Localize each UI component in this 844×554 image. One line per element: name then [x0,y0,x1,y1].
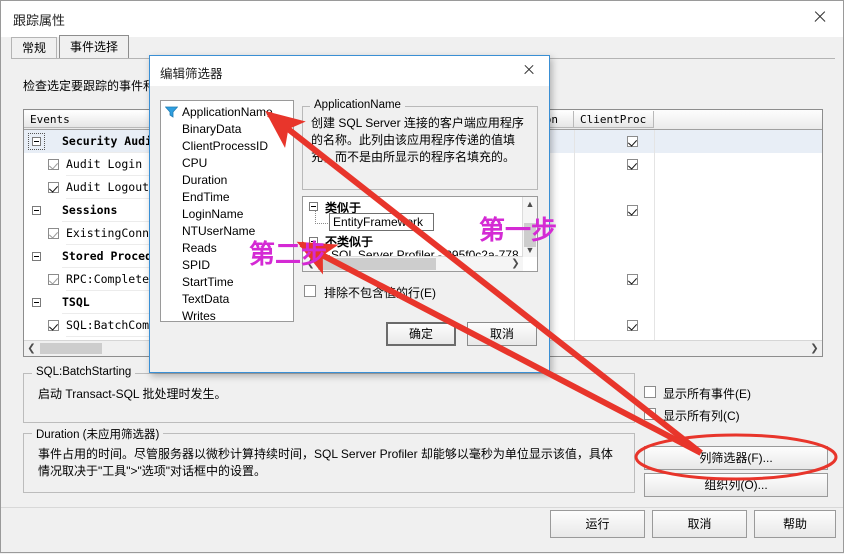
expander-icon[interactable] [32,206,41,215]
scrollbar-thumb[interactable] [40,343,102,354]
help-label: 帮助 [782,517,807,531]
cell-checkbox-clientprocess[interactable] [627,274,638,285]
row-checkbox[interactable] [48,274,59,285]
filter-column-textdata[interactable]: TextData [182,291,229,308]
cancel-button[interactable]: 取消 [652,510,747,538]
cell-checkbox-clientprocess[interactable] [627,159,638,170]
row-checkbox[interactable] [48,182,59,193]
organize-columns-label: 组织列(O)... [704,478,768,492]
show-all-columns-label: 显示所有列(C) [663,409,740,423]
filter-column-list[interactable]: ApplicationName BinaryData ClientProcess… [160,100,294,322]
filter-column-ntusername[interactable]: NTUserName [182,223,255,240]
annotation-step-one: 第一步 [479,216,558,246]
row-checkbox[interactable] [627,205,638,216]
help-button[interactable]: 帮助 [754,510,836,538]
column-header-clientprocess[interactable]: ClientProc [574,111,654,128]
dialog-close-icon[interactable] [509,56,549,84]
filter-description-legend: ApplicationName [310,99,405,111]
expander-icon[interactable] [32,252,41,261]
cell-checkbox-clientprocess[interactable] [627,320,638,331]
scrollbar-thumb[interactable] [318,258,436,270]
exclude-rows-checkbox[interactable] [304,285,316,297]
instruction-text: 检查选定要跟踪的事件和 [23,79,156,93]
filter-column-starttime[interactable]: StartTime [182,274,234,291]
column-description-legend: Duration (未应用筛选器) [32,426,164,442]
conditions-horizontal-scrollbar[interactable]: ❮ ❯ [303,256,523,271]
condition-expander-icon[interactable] [309,202,318,211]
event-description-text: 启动 Transact-SQL 批处理时发生。 [38,387,227,401]
cancel-label: 取消 [687,517,712,531]
filter-description-text: 创建 SQL Server 连接的客户端应用程序的名称。此列由该应用程序传递的值… [311,116,524,164]
run-label: 运行 [585,517,610,531]
column-description-text: 事件占用的时间。尽管服务器以微秒计算持续时间，SQL Server Profil… [38,447,613,478]
close-icon[interactable] [797,1,843,33]
condition-value-input[interactable]: EntityFramework [329,213,434,231]
window-title: 跟踪属性 [13,13,66,28]
tab-event-selection[interactable]: 事件选择 [59,35,130,58]
chevron-up-icon[interactable]: ▲ [523,197,537,211]
column-filters-label: 列筛选器(F)... [699,451,773,465]
tab-general[interactable]: 常规 [11,37,58,58]
dialog-cancel-button[interactable]: 取消 [467,322,537,346]
annotation-step-two: 第二步 [249,240,328,270]
filter-column-applicationname[interactable]: ApplicationName [182,104,273,121]
expander-icon[interactable] [32,298,41,307]
event-description-legend: SQL:BatchStarting [32,366,136,378]
filter-column-spid[interactable]: SPID [182,257,210,274]
show-all-events-checkbox[interactable] [644,386,656,398]
footer-divider [1,507,843,508]
show-all-events-label: 显示所有事件(E) [663,387,751,401]
organize-columns-button[interactable]: 组织列(O)... [644,473,828,497]
filter-column-reads[interactable]: Reads [182,240,217,257]
row-checkbox[interactable] [627,136,638,147]
dialog-title-bar: 编辑筛选器 [150,56,549,86]
row-checkbox[interactable] [48,159,59,170]
filter-column-cpu[interactable]: CPU [182,155,207,172]
filter-column-endtime[interactable]: EndTime [182,189,230,206]
row-checkbox[interactable] [48,228,59,239]
focus-indicator [28,133,45,150]
filter-column-duration[interactable]: Duration [182,172,227,189]
trace-properties-window: 跟踪属性 常规 事件选择 检查选定要跟踪的事件和 Events ne CPU R… [0,0,844,553]
exclude-rows-label: 排除不包含值的行(E) [324,286,436,300]
filter-description-group: ApplicationName 创建 SQL Server 连接的客户端应用程序… [302,99,538,190]
chevron-left-icon[interactable]: ❮ [24,341,39,356]
filter-column-binarydata[interactable]: BinaryData [182,121,241,138]
filter-column-loginname[interactable]: LoginName [182,206,243,223]
filter-column-writes[interactable]: Writes [182,308,216,321]
funnel-icon [164,106,179,118]
window-title-bar: 跟踪属性 [1,1,843,37]
run-button[interactable]: 运行 [550,510,645,538]
filter-column-clientprocessid[interactable]: ClientProcessID [182,138,268,155]
chevron-right-icon[interactable]: ❯ [807,341,822,356]
chevron-right-icon[interactable]: ❯ [508,257,523,271]
column-description-group: Duration (未应用筛选器) 事件占用的时间。尽管服务器以微秒计算持续时间… [23,426,635,493]
event-description-group: SQL:BatchStarting 启动 Transact-SQL 批处理时发生… [23,366,635,423]
dialog-ok-button[interactable]: 确定 [386,322,456,346]
show-all-columns-checkbox[interactable] [644,408,656,420]
dialog-title: 编辑筛选器 [160,67,223,81]
row-checkbox[interactable] [48,320,59,331]
tree-connector [315,211,328,224]
column-filters-button[interactable]: 列筛选器(F)... [644,446,828,470]
